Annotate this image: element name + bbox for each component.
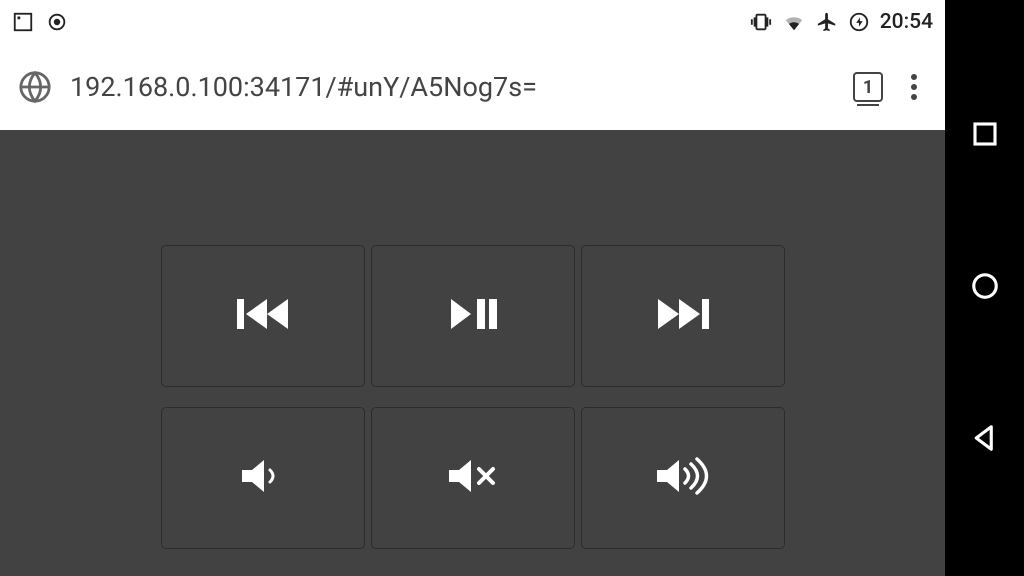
- tab-count-value: 1: [863, 77, 873, 98]
- skip-next-button[interactable]: [581, 245, 785, 387]
- volume-mute-icon: [445, 456, 501, 500]
- browser-address-bar: 192.168.0.100:34171/#unY/A5Nog7s= 1: [0, 44, 945, 130]
- home-icon: [970, 286, 1000, 305]
- skip-next-icon: [655, 294, 711, 338]
- recording-icon: [46, 11, 68, 33]
- menu-button[interactable]: [901, 68, 927, 106]
- recents-icon: [970, 134, 1000, 153]
- vibrate-icon: [750, 10, 772, 34]
- volume-up-icon: [653, 456, 713, 500]
- square-notification-icon: [12, 11, 34, 33]
- back-icon: [970, 438, 1000, 457]
- volume-mute-button[interactable]: [371, 407, 575, 549]
- skip-previous-icon: [235, 294, 291, 338]
- battery-charging-icon: [848, 10, 870, 34]
- recents-button[interactable]: [970, 119, 1000, 153]
- status-bar: 20:54: [0, 0, 945, 44]
- tab-count-button[interactable]: 1: [853, 72, 883, 102]
- home-button[interactable]: [970, 271, 1000, 305]
- volume-up-button[interactable]: [581, 407, 785, 549]
- media-remote-panel: [0, 130, 945, 576]
- clock-time: 20:54: [880, 10, 933, 34]
- back-button[interactable]: [970, 423, 1000, 457]
- url-text[interactable]: 192.168.0.100:34171/#unY/A5Nog7s=: [70, 71, 835, 103]
- play-pause-button[interactable]: [371, 245, 575, 387]
- volume-down-button[interactable]: [161, 407, 365, 549]
- play-pause-icon: [447, 295, 499, 337]
- volume-down-icon: [238, 456, 288, 500]
- airplane-icon: [816, 10, 838, 34]
- skip-previous-button[interactable]: [161, 245, 365, 387]
- wifi-icon: [782, 10, 806, 34]
- globe-icon: [18, 70, 52, 104]
- android-navigation-bar: [945, 0, 1024, 576]
